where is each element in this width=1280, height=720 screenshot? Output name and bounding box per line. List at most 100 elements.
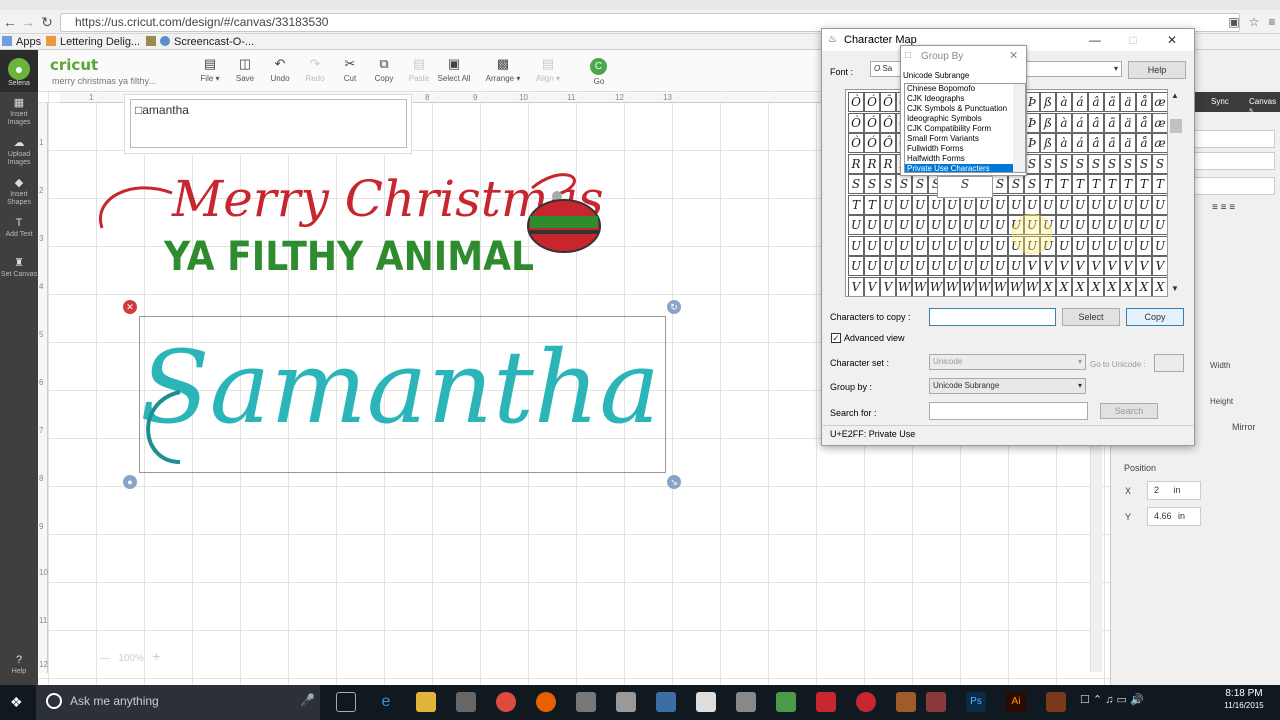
char-cell[interactable]: U xyxy=(1088,235,1104,256)
charset-select[interactable]: Unicode ▾ xyxy=(929,354,1086,370)
char-cell[interactable]: S xyxy=(1136,153,1152,174)
char-cell[interactable]: U xyxy=(1152,194,1167,215)
char-cell[interactable]: U xyxy=(896,235,912,256)
reload-icon[interactable]: ↻ xyxy=(39,14,55,30)
file-explorer-icon[interactable] xyxy=(416,692,436,712)
char-cell[interactable]: U xyxy=(848,256,864,276)
char-cell[interactable]: U xyxy=(880,256,896,276)
char-cell[interactable]: U xyxy=(1008,194,1024,215)
char-cell[interactable]: V xyxy=(1136,256,1152,276)
char-cell[interactable]: S xyxy=(1152,153,1167,174)
redo-button[interactable]: ↷ Redo xyxy=(295,56,335,83)
char-cell[interactable]: S xyxy=(1056,153,1072,174)
illustrator-icon[interactable]: Ai xyxy=(1006,692,1026,712)
char-cell[interactable]: U xyxy=(1088,215,1104,235)
char-cell[interactable]: X xyxy=(1056,276,1072,296)
select-all-button[interactable]: ▣ Select All xyxy=(434,56,474,83)
rail-insert-images[interactable]: ▦ Insert Images xyxy=(0,97,38,127)
help-button[interactable]: Help xyxy=(1128,61,1186,79)
char-cell[interactable]: â xyxy=(1088,112,1104,133)
char-cell[interactable]: U xyxy=(1024,194,1040,215)
char-cell[interactable]: U xyxy=(1056,215,1072,235)
photoshop-icon[interactable]: Ps xyxy=(966,692,986,712)
zoom-out-icon[interactable]: — xyxy=(100,653,110,664)
chrome-icon[interactable] xyxy=(496,692,516,712)
char-cell[interactable]: U xyxy=(1040,194,1056,215)
char-cell[interactable]: R xyxy=(880,153,896,174)
char-cell[interactable]: Ó xyxy=(864,112,880,133)
char-cell[interactable]: S xyxy=(880,174,896,194)
char-cell[interactable]: T xyxy=(1120,174,1136,194)
char-cell[interactable]: V xyxy=(1024,256,1040,276)
rotate-handle-icon[interactable]: ↻ xyxy=(667,300,681,314)
char-cell[interactable]: X xyxy=(1104,276,1120,296)
back-icon[interactable]: ← xyxy=(2,14,18,30)
char-cell[interactable]: U xyxy=(928,256,944,276)
char-cell[interactable]: U xyxy=(912,194,928,215)
copy-button[interactable]: ⧉ Copy xyxy=(364,56,404,83)
char-cell[interactable]: S xyxy=(1120,153,1136,174)
lock-handle-icon[interactable]: ● xyxy=(123,475,137,489)
char-cell[interactable]: U xyxy=(960,235,976,256)
canvas-tab[interactable]: Canvas s xyxy=(1249,97,1280,115)
list-item[interactable]: Small Form Variants xyxy=(905,134,1025,144)
char-cell[interactable]: X xyxy=(1088,276,1104,296)
sync-tab[interactable]: Sync xyxy=(1211,97,1229,106)
list-item[interactable]: Ideographic Symbols xyxy=(905,114,1025,124)
char-cell[interactable]: U xyxy=(1152,215,1167,235)
char-cell[interactable]: U xyxy=(1120,215,1136,235)
microphone-icon[interactable]: 🎤 xyxy=(300,693,315,707)
app-icon-8[interactable] xyxy=(896,692,916,712)
char-cell[interactable]: U xyxy=(1136,194,1152,215)
char-cell[interactable]: U xyxy=(1104,215,1120,235)
user-avatar-icon[interactable]: ● xyxy=(8,58,30,80)
scroll-thumb[interactable] xyxy=(1170,119,1182,133)
char-cell[interactable]: U xyxy=(912,256,928,276)
list-item[interactable]: Chinese Bopomofo xyxy=(905,84,1025,94)
char-cell[interactable]: å xyxy=(1136,92,1152,112)
char-cell[interactable]: U xyxy=(928,215,944,235)
start-icon[interactable]: ❖ xyxy=(10,694,26,710)
char-cell[interactable]: T xyxy=(1136,174,1152,194)
char-cell[interactable]: X xyxy=(1152,276,1167,296)
char-cell[interactable]: U xyxy=(848,215,864,235)
save-button[interactable]: ◫ Save xyxy=(225,56,265,83)
char-cell[interactable]: W xyxy=(928,276,944,296)
list-item-selected[interactable]: Private Use Characters xyxy=(905,164,1025,172)
samantha-text-object[interactable]: Samantha xyxy=(140,312,670,472)
resize-handle-icon[interactable]: ↘ xyxy=(667,475,681,489)
alignment-icons[interactable]: ≡ ≡ ≡ xyxy=(1212,202,1274,218)
char-cell[interactable]: U xyxy=(864,256,880,276)
close-icon[interactable]: ✕ xyxy=(1165,33,1179,47)
search-for-input[interactable] xyxy=(929,402,1088,420)
char-cell[interactable]: S xyxy=(1104,153,1120,174)
edge-icon[interactable]: e xyxy=(376,692,396,712)
app-icon-2[interactable] xyxy=(616,692,636,712)
char-cell[interactable]: U xyxy=(1120,194,1136,215)
file-menu-button[interactable]: ▤ File ▾ xyxy=(190,56,230,83)
char-cell[interactable]: à xyxy=(1056,92,1072,112)
char-cell[interactable]: U xyxy=(944,215,960,235)
char-cell[interactable]: Ó xyxy=(864,92,880,112)
char-cell[interactable]: Ó xyxy=(864,133,880,153)
char-cell[interactable]: U xyxy=(864,235,880,256)
select-button[interactable]: Select xyxy=(1062,308,1120,326)
char-cell[interactable]: U xyxy=(992,256,1008,276)
app-icon-4[interactable] xyxy=(696,692,716,712)
char-cell[interactable]: á xyxy=(1072,112,1088,133)
char-cell[interactable]: W xyxy=(992,276,1008,296)
char-cell[interactable]: S xyxy=(912,174,928,194)
char-cell[interactable]: U xyxy=(880,215,896,235)
char-cell[interactable]: à xyxy=(1056,112,1072,133)
list-item[interactable]: Halfwidth Forms xyxy=(905,154,1025,164)
char-cell[interactable]: X xyxy=(1120,276,1136,296)
search-button[interactable]: Search xyxy=(1100,403,1158,419)
delete-handle-icon[interactable]: ✕ xyxy=(123,300,137,314)
char-cell[interactable]: X xyxy=(1136,276,1152,296)
user-name[interactable]: Selena xyxy=(0,80,38,87)
go-button[interactable]: C xyxy=(590,58,607,75)
char-cell[interactable]: V xyxy=(1088,256,1104,276)
rail-set-canvas[interactable]: ♜ Set Canvas xyxy=(0,257,38,279)
char-cell[interactable]: U xyxy=(1008,256,1024,276)
list-item[interactable]: CJK Ideographs xyxy=(905,94,1025,104)
